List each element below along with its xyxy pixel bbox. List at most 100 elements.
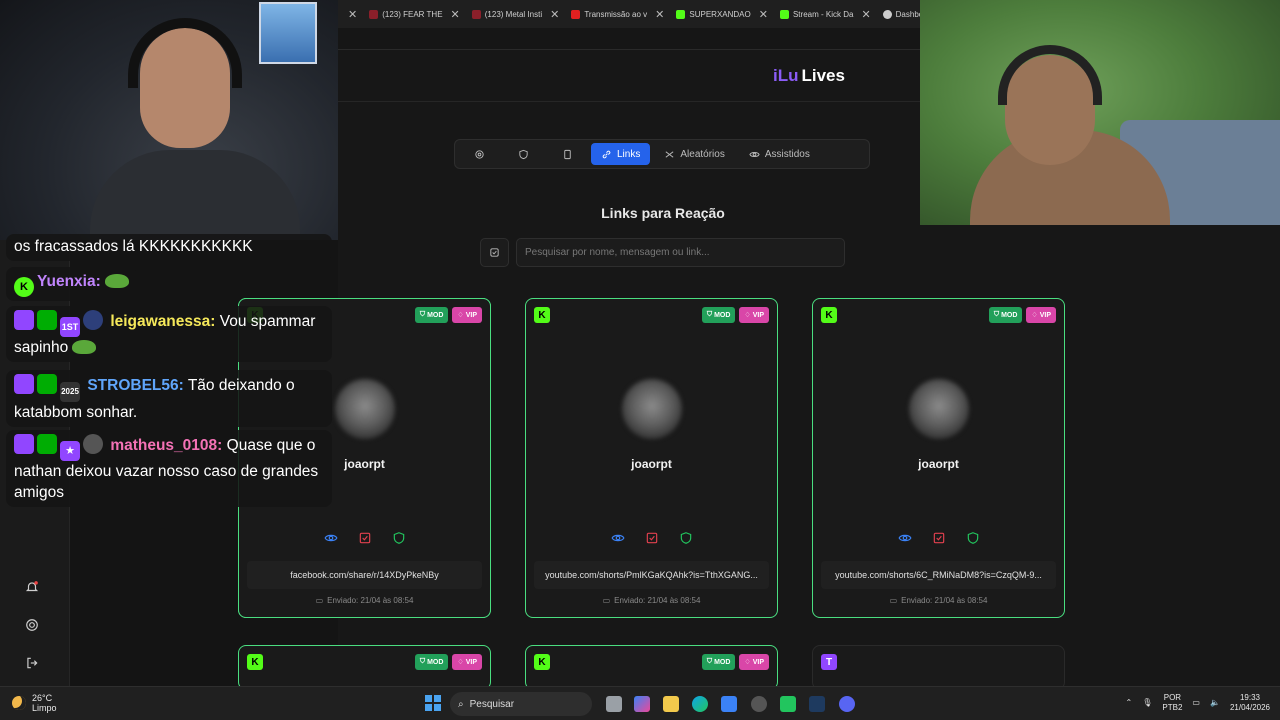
chat-message: 2025 STROBEL56: Tão deixando o katabbom … bbox=[6, 370, 332, 427]
select-all-button[interactable] bbox=[480, 238, 509, 267]
shield-icon[interactable] bbox=[966, 531, 980, 545]
app-icon[interactable] bbox=[780, 696, 796, 712]
close-tab-icon[interactable]: ✕ bbox=[655, 8, 664, 21]
kick-platform-icon: K bbox=[821, 307, 837, 323]
browser-tab[interactable]: ✕ bbox=[338, 0, 363, 28]
nav-moderation[interactable] bbox=[503, 143, 543, 165]
chat-username: matheus_0108: bbox=[110, 437, 223, 454]
user-badges: ⛉ MOD ♢ VIP bbox=[988, 307, 1056, 323]
copilot-icon[interactable] bbox=[634, 696, 650, 712]
logo-part-ilu: iLu bbox=[773, 65, 799, 85]
notification-bell-icon[interactable] bbox=[23, 578, 41, 596]
close-tab-icon[interactable]: ✕ bbox=[451, 8, 460, 21]
browser-tab[interactable]: SUPERXANDAO ✕ bbox=[670, 0, 774, 28]
tab-watched[interactable]: Assistidos bbox=[739, 143, 820, 165]
username: joaorpt bbox=[631, 457, 672, 471]
network-icon[interactable]: ▭ bbox=[1192, 698, 1200, 708]
link-url[interactable]: facebook.com/share/r/14XDyPkeNBy bbox=[247, 561, 482, 589]
mod-badge: ⛉ MOD bbox=[414, 307, 449, 323]
language-indicator[interactable]: POR PTB2 bbox=[1162, 693, 1182, 713]
check-square-icon[interactable] bbox=[358, 531, 372, 545]
file-explorer-icon[interactable] bbox=[663, 696, 679, 712]
search-input[interactable] bbox=[516, 238, 845, 267]
user-badges: ⛉ MOD ♢ VIP bbox=[701, 307, 769, 323]
nav-tablet[interactable] bbox=[547, 143, 587, 165]
chat-message: os fracassados lá KKKKKKKKKKK bbox=[6, 234, 332, 261]
mod-badge-label: MOD bbox=[1001, 311, 1018, 319]
link-url[interactable]: youtube.com/shorts/PmlKGaKQAhk?is=TthXGA… bbox=[534, 561, 769, 589]
windows-start-icon[interactable] bbox=[425, 695, 441, 711]
youtube-favicon-icon bbox=[571, 9, 581, 19]
avatar bbox=[909, 379, 969, 439]
browser-tab[interactable]: (123) Metal Insti ✕ bbox=[466, 0, 566, 28]
moderator-sword-icon bbox=[37, 434, 57, 454]
shield-icon[interactable] bbox=[392, 531, 406, 545]
browser-tab[interactable]: Dashboard - Li bbox=[877, 0, 920, 28]
steam-icon[interactable] bbox=[809, 696, 825, 712]
section-title: Links para Reação bbox=[601, 205, 725, 221]
kick-platform-icon: K bbox=[534, 307, 550, 323]
close-tab-icon[interactable]: ✕ bbox=[861, 8, 870, 21]
volume-icon[interactable]: 🔈 bbox=[1210, 698, 1220, 708]
shield-icon: ⛉ bbox=[706, 311, 713, 318]
shield-icon: ⛉ bbox=[706, 658, 713, 665]
calendar-icon: ▭ bbox=[889, 596, 898, 605]
close-tab-icon[interactable]: ✕ bbox=[348, 8, 357, 21]
help-lifebuoy-icon[interactable] bbox=[23, 616, 41, 634]
check-square-icon[interactable] bbox=[645, 531, 659, 545]
taskbar-search[interactable]: ⌕ Pesquisar bbox=[450, 692, 592, 716]
twitch-platform-icon: T bbox=[821, 654, 837, 670]
tab-label: Dashboard - Li bbox=[895, 9, 920, 19]
microphone-icon[interactable]: 🎙 bbox=[1142, 698, 1152, 708]
shield-icon[interactable] bbox=[679, 531, 693, 545]
chat-message-text: os fracassados lá KKKKKKKKKKK bbox=[14, 238, 253, 255]
star-badge-icon: ★ bbox=[60, 441, 80, 461]
store-icon[interactable] bbox=[721, 696, 737, 712]
eye-icon[interactable] bbox=[898, 531, 912, 545]
tab-watched-label: Assistidos bbox=[764, 148, 810, 160]
obs-icon[interactable] bbox=[751, 696, 767, 712]
sent-timestamp: ▭ Enviado: 21/04 às 08:54 bbox=[526, 596, 777, 605]
logout-icon[interactable] bbox=[23, 654, 41, 672]
tab-random[interactable]: Aleatórios bbox=[654, 143, 734, 165]
chat-username: Yuenxia: bbox=[37, 273, 101, 290]
browser-tab[interactable]: Stream - Kick Da ✕ bbox=[774, 0, 877, 28]
kick-badge-icon: K bbox=[14, 277, 34, 297]
check-square-icon[interactable] bbox=[932, 531, 946, 545]
close-tab-icon[interactable]: ✕ bbox=[550, 8, 559, 21]
tab-label: (123) Metal Insti bbox=[484, 9, 543, 19]
task-view-icon[interactable] bbox=[606, 696, 622, 712]
diamond-icon: ♢ bbox=[457, 659, 464, 666]
close-tab-icon[interactable]: ✕ bbox=[759, 8, 768, 21]
tab-links[interactable]: Links bbox=[591, 143, 651, 165]
diamond-icon: ♢ bbox=[457, 312, 464, 319]
vip-badge: ♢ VIP bbox=[452, 654, 482, 670]
username: joaorpt bbox=[918, 457, 959, 471]
discord-icon[interactable] bbox=[839, 696, 855, 712]
browser-tab[interactable]: (123) FEAR THE ✕ bbox=[363, 0, 466, 28]
vip-badge-label: VIP bbox=[465, 311, 477, 319]
weather-widget[interactable]: 26°C Limpo bbox=[12, 693, 57, 713]
tab-label: Stream - Kick Da bbox=[792, 9, 854, 19]
tab-label: Transmissão ao v bbox=[584, 9, 648, 19]
first-badge-icon: 1ST bbox=[60, 317, 80, 337]
webcam-guest bbox=[920, 0, 1280, 225]
eye-icon[interactable] bbox=[324, 531, 338, 545]
vip-badge: ♢ VIP bbox=[739, 654, 769, 670]
link-url[interactable]: youtube.com/shorts/6C_RMiNaDM8?is=CzqQM-… bbox=[821, 561, 1056, 589]
browser-tab[interactable]: Transmissão ao v ✕ bbox=[565, 0, 670, 28]
shield-icon bbox=[518, 149, 528, 159]
globe-favicon-icon bbox=[882, 9, 892, 19]
browser-tab-strip: ✕ (123) FEAR THE ✕ (123) Metal Insti ✕ Tra… bbox=[338, 0, 920, 28]
edge-browser-icon[interactable] bbox=[692, 696, 708, 712]
mod-badge: ⛉ MOD bbox=[701, 307, 736, 323]
chevron-up-icon[interactable]: ⌃ bbox=[1126, 698, 1133, 708]
sent-label: Enviado: 21/04 às 08:54 bbox=[901, 596, 988, 605]
windows-taskbar: 26°C Limpo ⌕ Pesquisar ⌃ 🎙 POR PTB2 ▭ 🔈 bbox=[0, 686, 1280, 720]
nav-settings[interactable] bbox=[459, 143, 499, 165]
link-card: K ⛉ MOD ♢ VIP joaorpt youtube.com/shorts/6… bbox=[812, 298, 1065, 618]
eye-icon[interactable] bbox=[611, 531, 625, 545]
youtube-favicon-icon bbox=[369, 9, 379, 19]
kick-favicon-icon bbox=[779, 9, 789, 19]
clock[interactable]: 19:33 21/04/2026 bbox=[1230, 693, 1270, 713]
